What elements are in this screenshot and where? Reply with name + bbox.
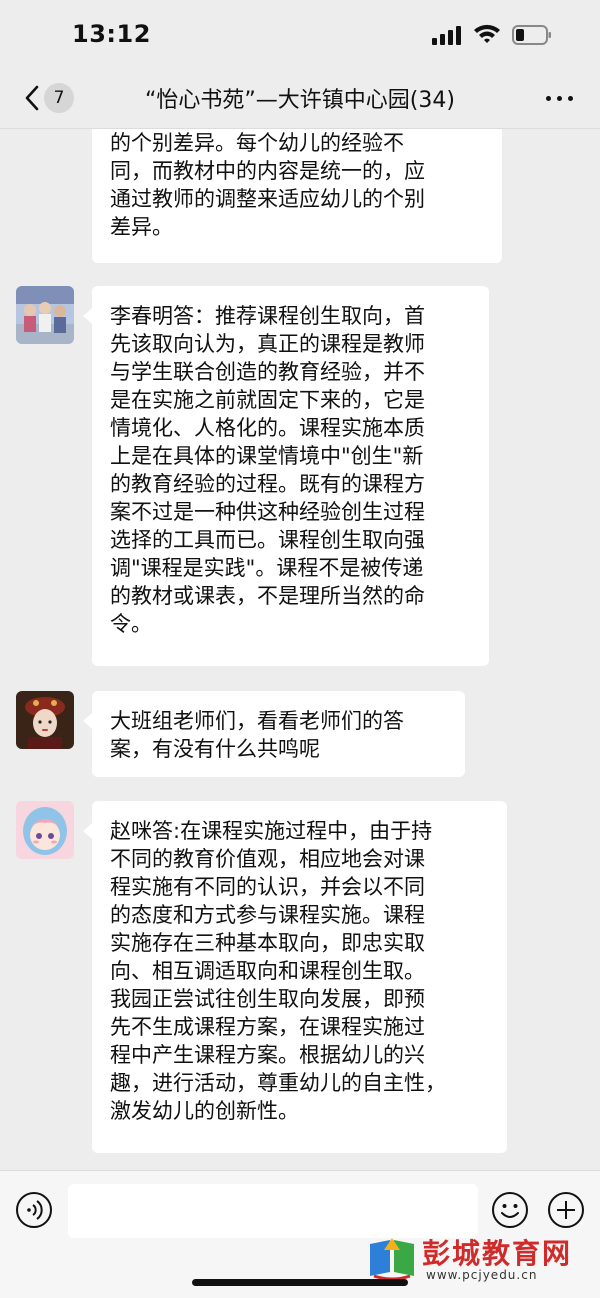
message-line: 情境化、人格化的。课程实施本质 <box>110 416 425 440</box>
unread-count-badge: 7 <box>44 83 74 113</box>
message-line: 是在实施之前就固定下来的，它是 <box>110 388 425 412</box>
avatar[interactable] <box>16 801 74 859</box>
watermark-url: www.pcjyedu.cn <box>426 1268 538 1282</box>
message-list[interactable]: 的个别差异。每个幼儿的经验不 同，而教材中的内容是统一的，应 通过教师的调整来适… <box>0 129 600 1170</box>
more-dot-icon <box>546 96 551 101</box>
message-line: 李春明答：推荐课程创生取向，首 <box>110 304 425 328</box>
book-logo-icon <box>370 1238 414 1280</box>
message-bubble[interactable]: 大班组老师们，看看老师们的答 案，有没有什么共鸣呢 <box>83 691 465 777</box>
battery-icon <box>512 25 551 45</box>
message-line: 差异。 <box>110 215 173 239</box>
message-input[interactable] <box>68 1184 478 1238</box>
message-line: 向、相互调适取向和课程创生取。 <box>110 959 425 983</box>
voice-input-icon[interactable] <box>15 1191 53 1229</box>
avatar[interactable] <box>16 286 74 344</box>
message-line: 赵咪答:在课程实施过程中，由于持 <box>110 819 433 843</box>
message-line: 不同的教育价值观，相应地会对课 <box>110 847 425 871</box>
message-line: 趣，进行活动，尊重幼儿的自主性， <box>110 1071 446 1095</box>
message-line: 激发幼儿的创新性。 <box>110 1099 299 1123</box>
message-line: 的个别差异。每个幼儿的经验不 <box>110 131 404 155</box>
message-line: 程实施有不同的认识，并会以不同 <box>110 875 425 899</box>
message-line: 的态度和方式参与课程实施。课程 <box>110 903 425 927</box>
message-line: 选择的工具而已。课程创生取向强 <box>110 528 425 552</box>
plus-icon[interactable] <box>547 1191 585 1229</box>
cellular-signal-icon <box>432 26 461 45</box>
chevron-left-icon <box>25 85 39 111</box>
home-indicator <box>192 1279 408 1286</box>
message-line: 程中产生课程方案。根据幼儿的兴 <box>110 1043 425 1067</box>
wifi-icon <box>474 24 500 43</box>
status-time: 13:12 <box>72 20 151 48</box>
message-line: 同，而教材中的内容是统一的，应 <box>110 159 425 183</box>
message-line: 先不生成课程方案，在课程实施过 <box>110 1015 425 1039</box>
more-options-button[interactable] <box>540 86 580 110</box>
message-line: 我园正尝试往创生取向发展，即预 <box>110 987 425 1011</box>
chat-header: 7 “怡心书苑”—大许镇中心园(34) <box>0 70 600 129</box>
more-dot-icon <box>557 96 562 101</box>
message-line: 的教材或课表，不是理所当然的命 <box>110 584 425 608</box>
more-dot-icon <box>568 96 573 101</box>
message-bubble[interactable]: 的个别差异。每个幼儿的经验不 同，而教材中的内容是统一的，应 通过教师的调整来适… <box>92 129 502 263</box>
message-line: 实施存在三种基本取向，即忠实取 <box>110 931 425 955</box>
back-button[interactable]: 7 <box>16 78 86 118</box>
message-bubble[interactable]: 李春明答：推荐课程创生取向，首 先该取向认为，真正的课程是教师 与学生联合创造的… <box>83 286 489 666</box>
watermark-site-name: 彭城教育网 <box>422 1237 573 1270</box>
message-line: 先该取向认为，真正的课程是教师 <box>110 332 425 356</box>
message-line: 与学生联合创造的教育经验，并不 <box>110 360 425 384</box>
message-line: 的教育经验的过程。既有的课程方 <box>110 472 425 496</box>
avatar[interactable] <box>16 691 74 749</box>
message-line: 案，有没有什么共鸣呢 <box>110 737 320 761</box>
chat-title: “怡心书苑”—大许镇中心园(34) <box>145 88 455 113</box>
status-bar: 13:12 <box>0 0 600 70</box>
message-line: 大班组老师们，看看老师们的答 <box>110 709 404 733</box>
message-line: 令。 <box>110 612 152 636</box>
emoji-icon[interactable] <box>491 1191 529 1229</box>
message-bubble[interactable]: 赵咪答:在课程实施过程中，由于持 不同的教育价值观，相应地会对课 程实施有不同的… <box>83 801 507 1153</box>
message-line: 调"课程是实践"。课程不是被传递 <box>110 556 424 580</box>
message-line: 案不过是一种供这种经验创生过程 <box>110 500 425 524</box>
message-line: 通过教师的调整来适应幼儿的个别 <box>110 187 425 211</box>
message-line: 上是在具体的课堂情境中"创生"新 <box>110 444 424 468</box>
